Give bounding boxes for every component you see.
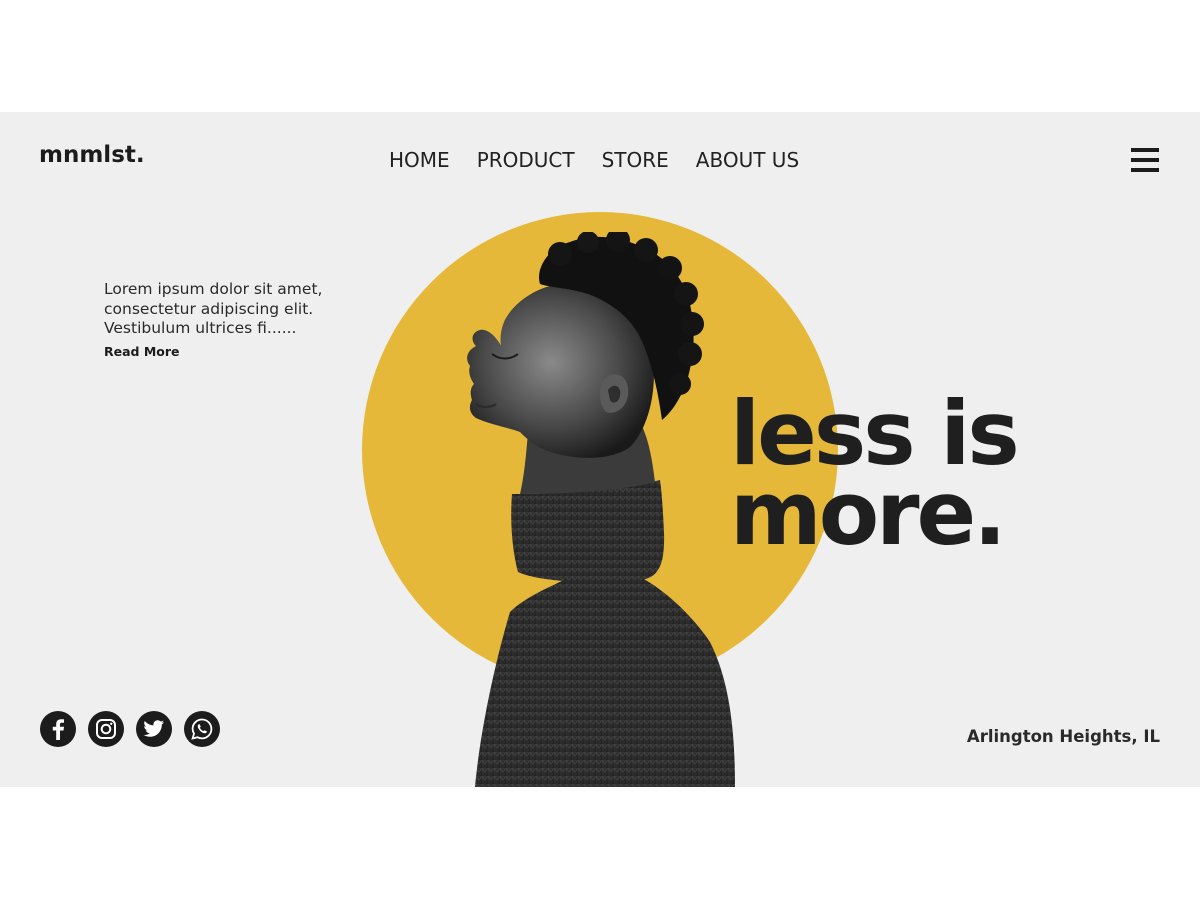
brand-logo[interactable]: mnmlst.: [39, 142, 145, 168]
intro-block: Lorem ipsum dolor sit amet, consectetur …: [104, 280, 374, 361]
hamburger-menu-icon[interactable]: [1131, 148, 1161, 174]
intro-line: Lorem ipsum dolor sit amet,: [104, 280, 323, 298]
whatsapp-icon[interactable]: [184, 711, 220, 747]
read-more-link[interactable]: Read More: [104, 344, 180, 359]
intro-text: Lorem ipsum dolor sit amet, consectetur …: [104, 280, 374, 339]
portrait-image: [467, 232, 735, 787]
intro-line: Vestibulum ultrices fi......: [104, 319, 297, 337]
nav-item-about-us[interactable]: ABOUT US: [696, 148, 799, 172]
facebook-icon[interactable]: [40, 711, 76, 747]
instagram-icon[interactable]: [88, 711, 124, 747]
nav-item-store[interactable]: STORE: [602, 148, 669, 172]
main-nav: HOME PRODUCT STORE ABOUT US: [389, 148, 826, 172]
social-links: [40, 711, 220, 747]
nav-item-home[interactable]: HOME: [389, 148, 450, 172]
headline-line-2: more.: [730, 462, 1007, 565]
nav-item-product[interactable]: PRODUCT: [477, 148, 575, 172]
hero-section: mnmlst. HOME PRODUCT STORE ABOUT US Lore…: [0, 112, 1200, 787]
location-text: Arlington Heights, IL: [966, 727, 1160, 746]
intro-line: consectetur adipiscing elit.: [104, 299, 314, 318]
twitter-icon[interactable]: [136, 711, 172, 747]
headline: less is more.: [730, 390, 1020, 565]
